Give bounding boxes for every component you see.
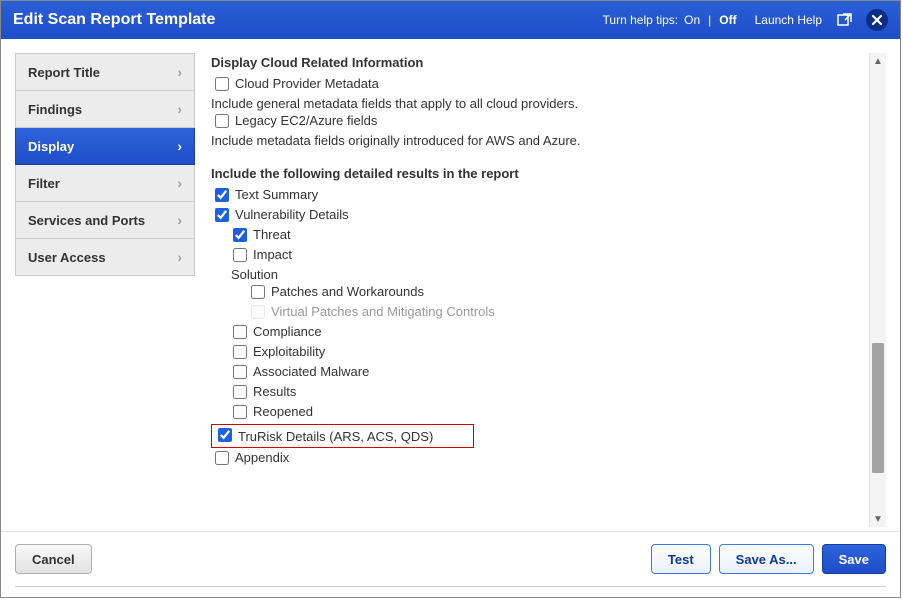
row-solution-label: Solution bbox=[229, 267, 866, 282]
desc-cloud-provider-metadata: Include general metadata fields that app… bbox=[211, 96, 866, 111]
edit-scan-report-template-dialog: Edit Scan Report Template Turn help tips… bbox=[0, 0, 901, 598]
checkbox-legacy-ec2[interactable] bbox=[215, 114, 229, 128]
label-virtual-patches: Virtual Patches and Mitigating Controls bbox=[271, 304, 495, 319]
close-icon bbox=[871, 14, 883, 26]
sidebar-item-findings[interactable]: Findings › bbox=[15, 91, 195, 128]
header-right-controls: Turn help tips: On | Off Launch Help bbox=[603, 9, 888, 31]
scroll-down-arrow-icon[interactable]: ▼ bbox=[870, 511, 886, 527]
main-content: Display Cloud Related Information Cloud … bbox=[211, 53, 886, 527]
save-as-button[interactable]: Save As... bbox=[719, 544, 814, 574]
row-reopened: Reopened bbox=[229, 404, 866, 422]
checkbox-reopened[interactable] bbox=[233, 405, 247, 419]
checkbox-text-summary[interactable] bbox=[215, 188, 229, 202]
help-tips-on[interactable]: On bbox=[684, 13, 700, 27]
chevron-right-icon: › bbox=[177, 175, 182, 191]
row-impact: Impact bbox=[229, 247, 866, 265]
chevron-right-icon: › bbox=[177, 101, 182, 117]
cloud-section-title: Display Cloud Related Information bbox=[211, 55, 866, 70]
detailed-section-title: Include the following detailed results i… bbox=[211, 166, 866, 181]
checkbox-associated-malware[interactable] bbox=[233, 365, 247, 379]
label-associated-malware: Associated Malware bbox=[253, 364, 369, 379]
label-appendix: Appendix bbox=[235, 450, 289, 465]
row-results: Results bbox=[229, 384, 866, 402]
test-button[interactable]: Test bbox=[651, 544, 711, 574]
sidebar-item-report-title[interactable]: Report Title › bbox=[15, 53, 195, 91]
trurisk-highlight: TruRisk Details (ARS, ACS, QDS) bbox=[211, 424, 474, 448]
checkbox-exploitability[interactable] bbox=[233, 345, 247, 359]
sidebar-item-label: Report Title bbox=[28, 65, 100, 80]
checkbox-vuln-details[interactable] bbox=[215, 208, 229, 222]
label-patches: Patches and Workarounds bbox=[271, 284, 424, 299]
save-button[interactable]: Save bbox=[822, 544, 886, 574]
checkbox-compliance[interactable] bbox=[233, 325, 247, 339]
row-patches: Patches and Workarounds bbox=[247, 284, 866, 302]
label-cloud-provider-metadata: Cloud Provider Metadata bbox=[235, 76, 379, 91]
popout-icon[interactable] bbox=[836, 11, 854, 29]
help-tips-separator: | bbox=[708, 13, 711, 27]
close-button[interactable] bbox=[866, 9, 888, 31]
row-trurisk: TruRisk Details (ARS, ACS, QDS) bbox=[211, 424, 866, 448]
checkbox-results[interactable] bbox=[233, 385, 247, 399]
label-results: Results bbox=[253, 384, 296, 399]
checkbox-patches[interactable] bbox=[251, 285, 265, 299]
label-solution: Solution bbox=[231, 267, 278, 282]
row-virtual-patches: Virtual Patches and Mitigating Controls bbox=[247, 304, 866, 322]
checkbox-trurisk[interactable] bbox=[218, 428, 232, 442]
sidebar-item-label: Filter bbox=[28, 176, 60, 191]
sidebar-item-display[interactable]: Display › bbox=[15, 128, 195, 165]
launch-help-link[interactable]: Launch Help bbox=[755, 13, 822, 27]
cancel-button[interactable]: Cancel bbox=[15, 544, 92, 574]
sidebar-item-label: Findings bbox=[28, 102, 82, 117]
desc-legacy-ec2: Include metadata fields originally intro… bbox=[211, 133, 866, 148]
label-compliance: Compliance bbox=[253, 324, 322, 339]
dialog-footer: Cancel Test Save As... Save bbox=[1, 531, 900, 586]
row-exploitability: Exploitability bbox=[229, 344, 866, 362]
dialog-title: Edit Scan Report Template bbox=[13, 11, 215, 29]
label-text-summary: Text Summary bbox=[235, 187, 318, 202]
dialog-body: Report Title › Findings › Display › Filt… bbox=[1, 39, 900, 527]
label-trurisk: TruRisk Details (ARS, ACS, QDS) bbox=[238, 429, 433, 444]
row-appendix: Appendix bbox=[211, 450, 866, 468]
sidebar-item-services-and-ports[interactable]: Services and Ports › bbox=[15, 202, 195, 239]
chevron-right-icon: › bbox=[177, 212, 182, 228]
scroll-thumb[interactable] bbox=[872, 343, 884, 473]
label-exploitability: Exploitability bbox=[253, 344, 325, 359]
help-tips-label: Turn help tips: bbox=[603, 13, 679, 27]
help-tips-off[interactable]: Off bbox=[719, 13, 736, 27]
scrollbar-vertical[interactable]: ▲ ▼ bbox=[869, 53, 886, 527]
row-threat: Threat bbox=[229, 227, 866, 245]
sidebar-item-user-access[interactable]: User Access › bbox=[15, 239, 195, 276]
label-legacy-ec2: Legacy EC2/Azure fields bbox=[235, 113, 377, 128]
sidebar-item-label: Display bbox=[28, 139, 74, 154]
label-impact: Impact bbox=[253, 247, 292, 262]
sidebar-item-filter[interactable]: Filter › bbox=[15, 165, 195, 202]
checkbox-threat[interactable] bbox=[233, 228, 247, 242]
sidebar-item-label: User Access bbox=[28, 250, 106, 265]
sidebar-nav: Report Title › Findings › Display › Filt… bbox=[15, 53, 195, 527]
checkbox-appendix[interactable] bbox=[215, 451, 229, 465]
label-reopened: Reopened bbox=[253, 404, 313, 419]
scroll-up-arrow-icon[interactable]: ▲ bbox=[870, 53, 886, 69]
footer-separator bbox=[15, 586, 886, 587]
dialog-header: Edit Scan Report Template Turn help tips… bbox=[1, 1, 900, 39]
row-associated-malware: Associated Malware bbox=[229, 364, 866, 382]
main-scroll-region: Display Cloud Related Information Cloud … bbox=[211, 53, 870, 527]
chevron-right-icon: › bbox=[177, 138, 182, 154]
row-text-summary: Text Summary bbox=[211, 187, 866, 205]
chevron-right-icon: › bbox=[177, 64, 182, 80]
row-compliance: Compliance bbox=[229, 324, 866, 342]
row-vuln-details: Vulnerability Details bbox=[211, 207, 866, 225]
row-cloud-provider-metadata: Cloud Provider Metadata bbox=[211, 76, 866, 94]
checkbox-impact[interactable] bbox=[233, 248, 247, 262]
chevron-right-icon: › bbox=[177, 249, 182, 265]
sidebar-item-label: Services and Ports bbox=[28, 213, 145, 228]
label-vuln-details: Vulnerability Details bbox=[235, 207, 349, 222]
label-threat: Threat bbox=[253, 227, 291, 242]
checkbox-cloud-provider-metadata[interactable] bbox=[215, 77, 229, 91]
row-legacy-ec2: Legacy EC2/Azure fields bbox=[211, 113, 866, 131]
checkbox-virtual-patches bbox=[251, 305, 265, 319]
